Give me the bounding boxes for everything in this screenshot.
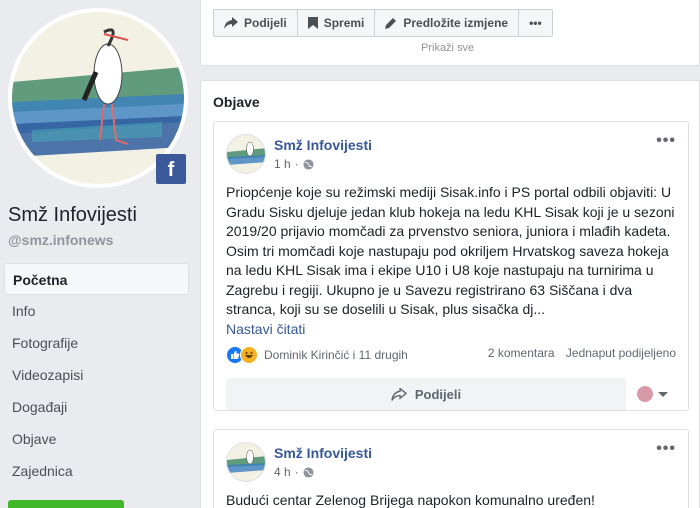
post-timestamp[interactable]: 1 h	[274, 157, 291, 171]
sidebar-item-dogadaji[interactable]: Događaji	[4, 391, 189, 423]
posts-section-title: Objave	[213, 94, 260, 110]
post-share-label: Podijeli	[414, 386, 462, 402]
meta-separator: ·	[294, 465, 299, 479]
stork-logo-icon	[227, 135, 265, 173]
reactions-summary[interactable]: Dominik Kirinčić i 11 drugih	[226, 345, 408, 365]
sidebar-item-pocetna[interactable]: Početna	[4, 263, 189, 295]
viewer-avatar	[637, 386, 653, 402]
posts-section: Objave Smž Infovijesti 1 h · ••• Priopće…	[200, 80, 700, 508]
create-page-button[interactable]	[8, 500, 124, 508]
chevron-down-icon	[658, 391, 668, 397]
page-name[interactable]: Smž Infovijesti	[8, 204, 137, 227]
left-column: f Smž Infovijesti @smz.infonews Početna …	[0, 0, 196, 508]
post-body-text: Budući centar Zelenog Brijega napokon ko…	[226, 492, 595, 508]
post-card: Smž Infovijesti 1 h · ••• Priopćenje koj…	[213, 121, 689, 411]
suggest-edits-button[interactable]: Predložite izmjene	[374, 9, 520, 37]
action-card: Podijeli Spremi Predložite izmjene ••• P…	[200, 0, 700, 66]
share-page-label: Podijeli	[244, 16, 287, 30]
save-page-button[interactable]: Spremi	[296, 9, 376, 37]
post-meta: 4 h ·	[274, 465, 314, 479]
facebook-icon: f	[156, 154, 186, 184]
page-handle[interactable]: @smz.infonews	[8, 232, 113, 248]
post-meta: 1 h ·	[274, 157, 314, 171]
globe-icon	[303, 158, 314, 170]
share-page-button[interactable]: Podijeli	[213, 9, 298, 37]
comments-count[interactable]: 2 komentara	[488, 346, 555, 360]
post-share-button[interactable]: Podijeli	[226, 378, 626, 410]
sidebar-item-info[interactable]: Info	[4, 295, 189, 327]
sidebar-item-fotografije[interactable]: Fotografije	[4, 327, 189, 359]
globe-icon	[303, 466, 314, 478]
meta-separator: ·	[294, 157, 299, 171]
bookmark-icon	[307, 17, 318, 29]
post-card: Smž Infovijesti 4 h · ••• Budući centar …	[213, 429, 689, 508]
sidebar-item-videozapisi[interactable]: Videozapisi	[4, 359, 189, 391]
post-options-button[interactable]: •••	[656, 132, 676, 150]
page-action-bar: Podijeli Spremi Predložite izmjene •••	[213, 9, 553, 37]
post-body-text: Priopćenje koje su režimski mediji Sisak…	[226, 184, 675, 317]
more-actions-button[interactable]: •••	[518, 9, 553, 37]
sidebar-item-objave[interactable]: Objave	[4, 423, 189, 455]
more-icon: •••	[529, 16, 542, 30]
sidebar-nav: Početna Info Fotografije Videozapisi Dog…	[4, 263, 189, 487]
share-icon	[224, 17, 238, 29]
see-all-link[interactable]: Prikaži sve	[421, 42, 474, 54]
stork-logo-icon	[227, 443, 265, 481]
post-author-name[interactable]: Smž Infovijesti	[274, 445, 372, 461]
sidebar-item-zajednica[interactable]: Zajednica	[4, 455, 189, 487]
post-author-name[interactable]: Smž Infovijesti	[274, 137, 372, 153]
post-as-selector[interactable]	[637, 386, 668, 402]
post-options-button[interactable]: •••	[656, 440, 676, 458]
reactions-names: Dominik Kirinčić i 11 drugih	[264, 348, 408, 362]
profile-picture[interactable]: f	[8, 8, 188, 188]
read-more-link[interactable]: Nastavi čitati	[226, 320, 682, 340]
post-author-avatar[interactable]	[226, 134, 266, 174]
post-counts: 2 komentara Jednaput podijeljeno	[488, 346, 676, 360]
shares-count[interactable]: Jednaput podijeljeno	[566, 346, 676, 360]
haha-reaction-icon	[240, 346, 258, 364]
save-page-label: Spremi	[323, 16, 365, 30]
post-timestamp[interactable]: 4 h	[274, 465, 291, 479]
post-body: Priopćenje koje su režimski mediji Sisak…	[226, 183, 682, 339]
share-icon	[391, 387, 407, 401]
pencil-icon	[385, 18, 397, 29]
suggest-edits-label: Predložite izmjene	[403, 16, 509, 30]
post-author-avatar[interactable]	[226, 442, 266, 482]
